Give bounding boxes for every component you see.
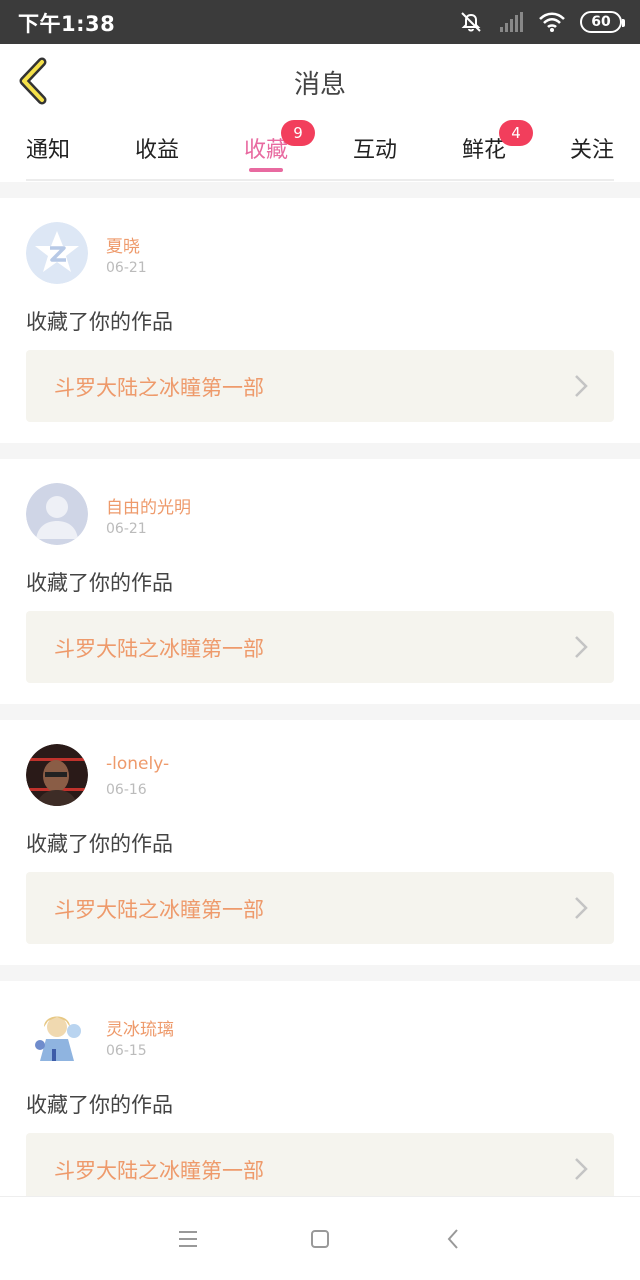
message-card: 灵冰琉璃 06-15 收藏了你的作品 斗罗大陆之冰瞳第一部 xyxy=(0,981,640,1226)
tab-following[interactable]: 关注 xyxy=(570,132,614,164)
home-icon[interactable] xyxy=(308,1227,332,1251)
wifi-icon xyxy=(539,12,565,32)
message-action-text: 收藏了你的作品 xyxy=(26,832,173,856)
user-name[interactable]: 自由的光明 xyxy=(106,493,191,518)
message-date: 06-16 xyxy=(106,782,147,798)
message-date: 06-21 xyxy=(106,260,147,276)
anime-avatar[interactable] xyxy=(26,1005,88,1067)
tab-notifications[interactable]: 通知 xyxy=(26,132,70,164)
tab-favorites[interactable]: 收藏 9 xyxy=(244,120,315,172)
tab-badge-count: 4 xyxy=(499,120,533,146)
status-time: 下午1:38 xyxy=(18,12,116,36)
work-title: 斗罗大陆之冰瞳第一部 xyxy=(54,1159,264,1183)
tab-interactions[interactable]: 互动 xyxy=(353,132,397,164)
message-action-text: 收藏了你的作品 xyxy=(26,571,173,595)
photo-avatar[interactable] xyxy=(26,744,88,806)
user-name[interactable]: -lonely- xyxy=(106,754,169,774)
chevron-right-icon xyxy=(575,375,588,397)
tab-badge-count: 9 xyxy=(281,120,315,146)
tab-bar: 通知 收益 收藏 9 互动 鲜花 4 关注 xyxy=(0,120,640,182)
tab-label: 收益 xyxy=(135,138,180,163)
work-title: 斗罗大陆之冰瞳第一部 xyxy=(54,898,264,922)
message-card: 夏晓 06-21 收藏了你的作品 斗罗大陆之冰瞳第一部 xyxy=(0,198,640,443)
chevron-right-icon xyxy=(575,636,588,658)
tab-divider xyxy=(26,179,614,181)
user-name[interactable]: 夏晓 xyxy=(106,232,140,257)
work-link[interactable]: 斗罗大陆之冰瞳第一部 xyxy=(26,872,614,944)
tab-label: 关注 xyxy=(570,138,615,163)
person-silhouette-avatar[interactable] xyxy=(26,483,88,545)
message-date: 06-21 xyxy=(106,521,147,537)
chevron-right-icon xyxy=(575,1158,588,1180)
status-bar: 下午1:38 60 xyxy=(0,0,640,44)
message-card: 自由的光明 06-21 收藏了你的作品 斗罗大陆之冰瞳第一部 xyxy=(0,459,640,704)
chevron-right-icon xyxy=(575,897,588,919)
tab-label: 通知 xyxy=(26,138,71,163)
message-action-text: 收藏了你的作品 xyxy=(26,310,173,334)
menu-icon[interactable] xyxy=(176,1227,200,1251)
notifications-off-icon xyxy=(461,12,481,32)
system-navigation-bar xyxy=(0,1196,640,1280)
page-title: 消息 xyxy=(293,70,346,100)
message-date: 06-15 xyxy=(106,1043,147,1059)
tab-flowers[interactable]: 鲜花 4 xyxy=(462,120,533,164)
tab-earnings[interactable]: 收益 xyxy=(135,132,179,164)
user-name[interactable]: 灵冰琉璃 xyxy=(106,1015,174,1040)
battery-icon: 60 xyxy=(580,11,625,33)
active-tab-indicator xyxy=(249,168,283,172)
cellular-signal-icon xyxy=(500,12,523,32)
battery-level: 60 xyxy=(591,14,611,30)
work-title: 斗罗大陆之冰瞳第一部 xyxy=(54,376,264,400)
header: 消息 xyxy=(0,44,640,120)
message-action-text: 收藏了你的作品 xyxy=(26,1093,173,1117)
status-icons: 60 xyxy=(458,9,625,35)
message-card: -lonely- 06-16 收藏了你的作品 斗罗大陆之冰瞳第一部 xyxy=(0,720,640,965)
work-link[interactable]: 斗罗大陆之冰瞳第一部 xyxy=(26,1133,614,1205)
work-title: 斗罗大陆之冰瞳第一部 xyxy=(54,637,264,661)
work-link[interactable]: 斗罗大陆之冰瞳第一部 xyxy=(26,350,614,422)
message-list: 夏晓 06-21 收藏了你的作品 斗罗大陆之冰瞳第一部 自由的光明 06-21 … xyxy=(0,198,640,1242)
qq-default-avatar[interactable] xyxy=(26,222,88,284)
tab-label: 互动 xyxy=(353,138,398,163)
work-link[interactable]: 斗罗大陆之冰瞳第一部 xyxy=(26,611,614,683)
back-icon[interactable] xyxy=(442,1227,466,1251)
